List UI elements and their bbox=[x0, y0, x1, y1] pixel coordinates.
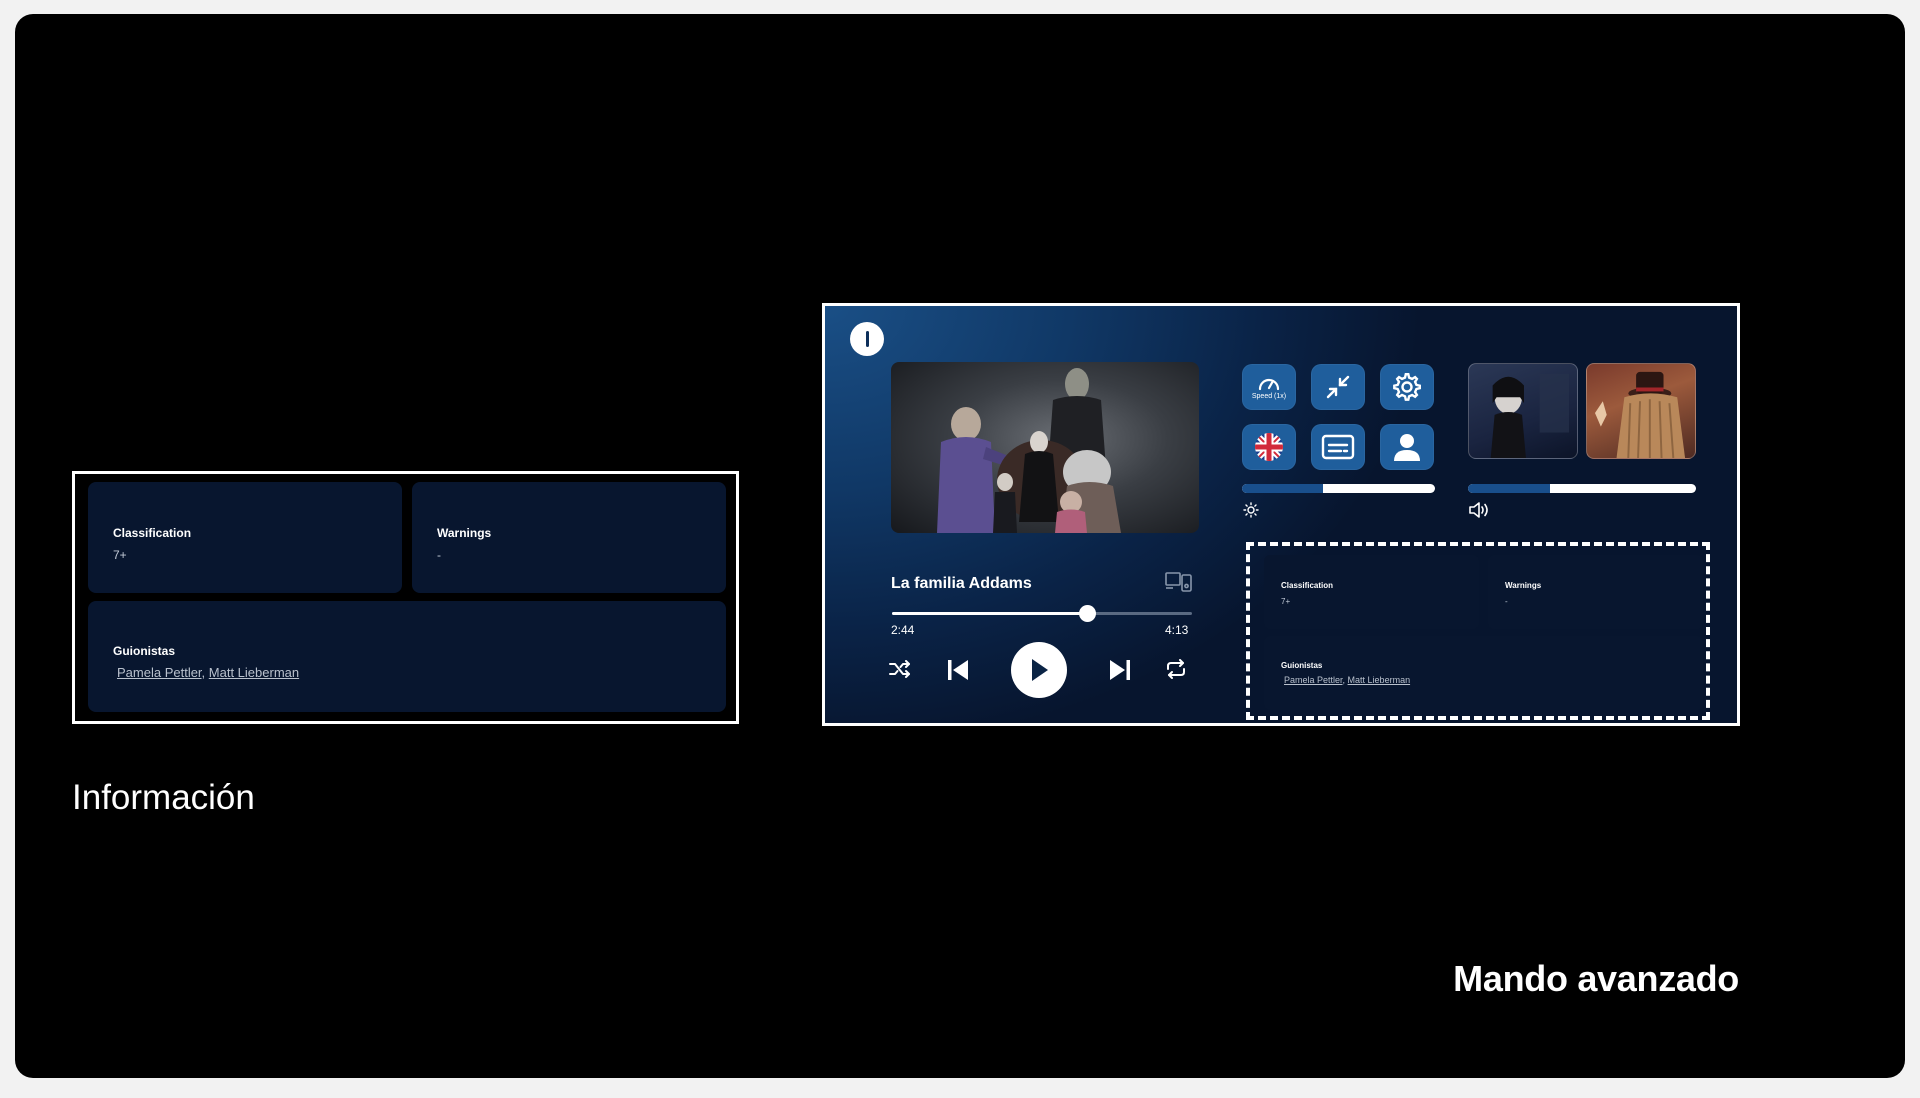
writer-link[interactable]: Pamela Pettler bbox=[1284, 675, 1343, 685]
writers-label: Guionistas bbox=[113, 644, 176, 658]
classification-label: Classification bbox=[113, 526, 192, 540]
cast-devices-icon[interactable] bbox=[1165, 571, 1193, 593]
warnings-card: Warnings - bbox=[412, 482, 726, 593]
language-button[interactable] bbox=[1242, 424, 1296, 470]
thumbnail-cousin-itt[interactable] bbox=[1586, 363, 1696, 459]
classification-card: Classification 7+ bbox=[88, 482, 402, 593]
info-panel-zoom: Classification 7+ Warnings - Guionistas … bbox=[72, 471, 739, 724]
sun-icon bbox=[1243, 502, 1259, 518]
writers-list: Pamela Pettler, Matt Lieberman bbox=[117, 665, 299, 680]
uk-flag-icon bbox=[1255, 433, 1283, 461]
play-button[interactable] bbox=[1011, 642, 1067, 698]
writers-card-small: Guionistas Pamela Pettler, Matt Lieberma… bbox=[1264, 636, 1703, 710]
caption-mando-avanzado: Mando avanzado bbox=[1453, 958, 1739, 999]
writer-link[interactable]: Pamela Pettler bbox=[117, 665, 202, 680]
classification-label: Classification bbox=[1281, 581, 1334, 590]
subtitles-button[interactable] bbox=[1311, 424, 1365, 470]
play-icon bbox=[1032, 659, 1048, 681]
classification-value: 7+ bbox=[1281, 597, 1291, 606]
warnings-card-small: Warnings - bbox=[1488, 555, 1703, 629]
minimize-arrows-icon bbox=[1326, 375, 1350, 399]
progress-fill bbox=[892, 612, 1087, 615]
slide-canvas: Classification 7+ Warnings - Guionistas … bbox=[15, 14, 1905, 1078]
settings-button[interactable] bbox=[1380, 364, 1434, 410]
shuffle-icon[interactable] bbox=[887, 656, 913, 682]
power-icon[interactable] bbox=[850, 322, 884, 356]
writers-label: Guionistas bbox=[1281, 661, 1323, 670]
movie-poster bbox=[891, 362, 1199, 533]
playback-progress-bar[interactable] bbox=[892, 605, 1192, 622]
profile-button[interactable] bbox=[1380, 424, 1434, 470]
speedometer-icon bbox=[1258, 378, 1280, 391]
writer-link[interactable]: Matt Lieberman bbox=[1348, 675, 1411, 685]
addams-family-illustration bbox=[937, 368, 1121, 533]
speed-button[interactable]: Speed (1x) bbox=[1242, 364, 1296, 410]
repeat-icon[interactable] bbox=[1163, 656, 1189, 682]
volume-slider[interactable] bbox=[1468, 484, 1696, 493]
caption-informacion: Información bbox=[72, 778, 255, 817]
user-icon bbox=[1394, 434, 1420, 461]
warnings-label: Warnings bbox=[437, 526, 492, 540]
gear-icon bbox=[1393, 372, 1421, 401]
speed-caption: Speed (1x) bbox=[1251, 393, 1287, 400]
current-time: 2:44 bbox=[891, 623, 915, 637]
minimize-button[interactable] bbox=[1311, 364, 1365, 410]
warnings-label: Warnings bbox=[1505, 581, 1542, 590]
subtitles-icon bbox=[1321, 434, 1355, 460]
wednesday-illustration bbox=[1490, 373, 1570, 458]
thumbnail-wednesday[interactable] bbox=[1468, 363, 1578, 459]
speaker-icon bbox=[1468, 501, 1492, 519]
brightness-slider[interactable] bbox=[1242, 484, 1435, 493]
warnings-value: - bbox=[437, 548, 441, 562]
advanced-remote-panel: La familia Addams 2:44 4:13 Speed (1x) C… bbox=[822, 303, 1740, 726]
warnings-value: - bbox=[1505, 597, 1508, 606]
classification-card-small: Classification 7+ bbox=[1264, 555, 1479, 629]
classification-value: 7+ bbox=[113, 548, 127, 562]
writer-link[interactable]: Matt Lieberman bbox=[209, 665, 299, 680]
writers-card: Guionistas Pamela Pettler, Matt Lieberma… bbox=[88, 601, 726, 712]
movie-title: La familia Addams bbox=[891, 575, 1032, 592]
previous-track-icon[interactable] bbox=[943, 655, 973, 685]
cousin-itt-illustration bbox=[1594, 371, 1686, 458]
writers-list: Pamela Pettler, Matt Lieberman bbox=[1284, 675, 1410, 685]
total-time: 4:13 bbox=[1165, 623, 1189, 637]
next-track-icon[interactable] bbox=[1105, 655, 1135, 685]
writers-separator: , bbox=[201, 665, 209, 680]
volume-fill bbox=[1468, 484, 1551, 493]
brightness-fill bbox=[1242, 484, 1324, 493]
progress-handle[interactable] bbox=[1079, 605, 1096, 622]
